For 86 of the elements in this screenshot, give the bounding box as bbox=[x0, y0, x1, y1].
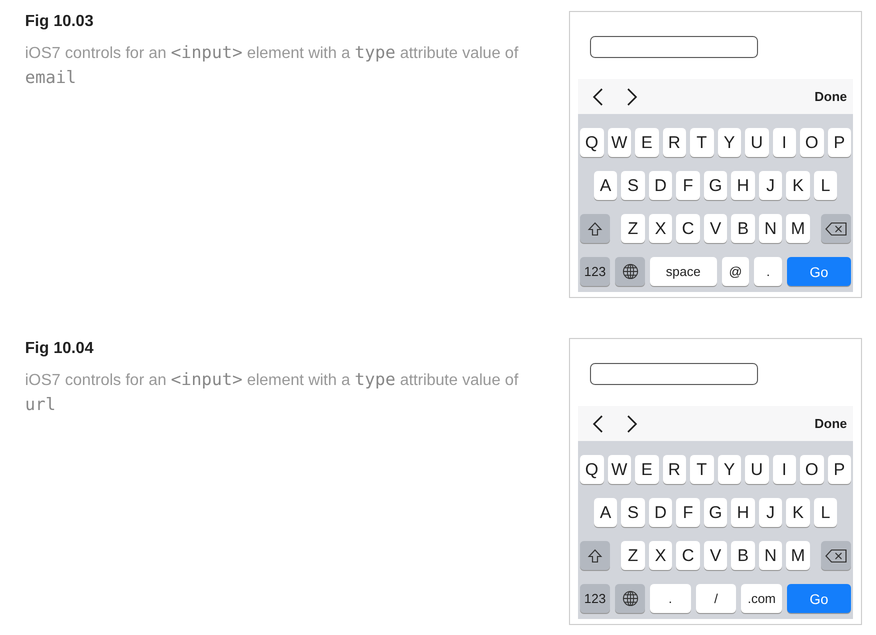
letter-key[interactable]: M bbox=[786, 214, 810, 243]
chevron-right-icon[interactable] bbox=[626, 86, 638, 106]
letter-key[interactable]: L bbox=[814, 498, 838, 527]
shift-icon bbox=[587, 220, 604, 236]
letter-key[interactable]: Q bbox=[580, 455, 604, 484]
letter-key[interactable]: P bbox=[828, 128, 851, 157]
letter-key[interactable]: X bbox=[648, 541, 672, 570]
globe-key[interactable] bbox=[615, 257, 645, 286]
letter-key[interactable]: W bbox=[608, 128, 631, 157]
character-key[interactable]: . bbox=[650, 584, 691, 613]
letter-key[interactable]: C bbox=[676, 214, 700, 243]
letter-key[interactable]: E bbox=[635, 455, 658, 484]
numbers-key[interactable]: 123 bbox=[580, 584, 610, 613]
letter-key[interactable]: D bbox=[648, 498, 672, 527]
go-button[interactable]: Go bbox=[787, 584, 852, 613]
letter-key[interactable]: K bbox=[786, 171, 810, 200]
letter-key[interactable]: G bbox=[704, 498, 728, 527]
letter-key[interactable]: W bbox=[608, 455, 631, 484]
letter-key[interactable]: T bbox=[690, 128, 714, 157]
chevron-left-icon[interactable] bbox=[592, 86, 604, 106]
letter-key[interactable]: Q bbox=[580, 128, 604, 157]
shift-icon bbox=[587, 548, 604, 564]
letter-key[interactable]: B bbox=[731, 214, 755, 243]
delete-key[interactable] bbox=[820, 541, 851, 570]
shift-key[interactable] bbox=[580, 541, 610, 570]
letter-key[interactable]: G bbox=[704, 171, 728, 200]
done-button[interactable]: Done bbox=[814, 89, 847, 104]
letter-key[interactable]: Z bbox=[621, 541, 645, 570]
letter-key[interactable]: N bbox=[758, 214, 782, 243]
letter-key[interactable]: D bbox=[648, 171, 672, 200]
input-field[interactable] bbox=[590, 363, 758, 385]
figure-title: Fig 10.04 bbox=[25, 340, 94, 358]
letter-key[interactable]: P bbox=[828, 455, 851, 484]
shift-key[interactable] bbox=[580, 214, 610, 243]
character-key[interactable]: / bbox=[696, 584, 736, 613]
chevron-right-icon[interactable] bbox=[626, 414, 638, 434]
letter-key[interactable]: U bbox=[745, 128, 768, 157]
backspace-icon bbox=[824, 548, 847, 562]
letter-key[interactable]: M bbox=[786, 541, 810, 570]
letter-key[interactable]: S bbox=[621, 171, 645, 200]
go-button[interactable]: Go bbox=[787, 257, 852, 286]
letter-key[interactable]: Y bbox=[718, 455, 741, 484]
letter-key[interactable]: I bbox=[772, 455, 796, 484]
letter-key[interactable]: V bbox=[704, 541, 728, 570]
letter-key[interactable]: J bbox=[758, 171, 782, 200]
globe-icon bbox=[622, 590, 638, 607]
figure-caption: iOS7 controls for an <input> element with a type attribute value of url bbox=[25, 369, 520, 417]
letter-key[interactable]: X bbox=[648, 214, 672, 243]
globe-icon bbox=[622, 263, 638, 280]
character-key[interactable]: .com bbox=[741, 584, 782, 613]
letter-key[interactable]: H bbox=[731, 498, 755, 527]
letter-key[interactable]: O bbox=[800, 128, 824, 157]
letter-key[interactable]: O bbox=[800, 455, 824, 484]
chevron-left-icon[interactable] bbox=[592, 414, 604, 434]
letter-key[interactable]: A bbox=[594, 498, 618, 527]
figure-title: Fig 10.03 bbox=[25, 13, 94, 31]
letter-key[interactable]: A bbox=[594, 171, 618, 200]
letter-key[interactable]: V bbox=[704, 214, 728, 243]
letter-key[interactable]: L bbox=[814, 171, 838, 200]
space-key[interactable]: space bbox=[650, 257, 717, 286]
letter-key[interactable]: B bbox=[731, 541, 755, 570]
letter-key[interactable]: U bbox=[745, 455, 768, 484]
character-key[interactable]: . bbox=[754, 257, 782, 286]
letter-key[interactable]: Y bbox=[718, 128, 741, 157]
letter-key[interactable]: C bbox=[676, 541, 700, 570]
input-field[interactable] bbox=[590, 36, 758, 58]
letter-key[interactable]: N bbox=[758, 541, 782, 570]
backspace-icon bbox=[824, 222, 847, 236]
letter-key[interactable]: J bbox=[758, 498, 782, 527]
letter-key[interactable]: F bbox=[676, 498, 700, 527]
character-key[interactable]: @ bbox=[722, 257, 750, 286]
letter-key[interactable]: T bbox=[690, 455, 714, 484]
letter-key[interactable]: E bbox=[635, 128, 658, 157]
letter-key[interactable]: F bbox=[676, 171, 700, 200]
letter-key[interactable]: R bbox=[662, 128, 686, 157]
numbers-key[interactable]: 123 bbox=[580, 257, 610, 286]
letter-key[interactable]: S bbox=[621, 498, 645, 527]
globe-key[interactable] bbox=[615, 584, 645, 613]
letter-key[interactable]: H bbox=[731, 171, 755, 200]
delete-key[interactable] bbox=[820, 214, 851, 243]
letter-key[interactable]: R bbox=[662, 455, 686, 484]
figure-caption: iOS7 controls for an <input> element with a type attribute value of email bbox=[25, 42, 520, 90]
done-button[interactable]: Done bbox=[814, 416, 847, 431]
letter-key[interactable]: Z bbox=[621, 214, 645, 243]
letter-key[interactable]: K bbox=[786, 498, 810, 527]
letter-key[interactable]: I bbox=[772, 128, 796, 157]
